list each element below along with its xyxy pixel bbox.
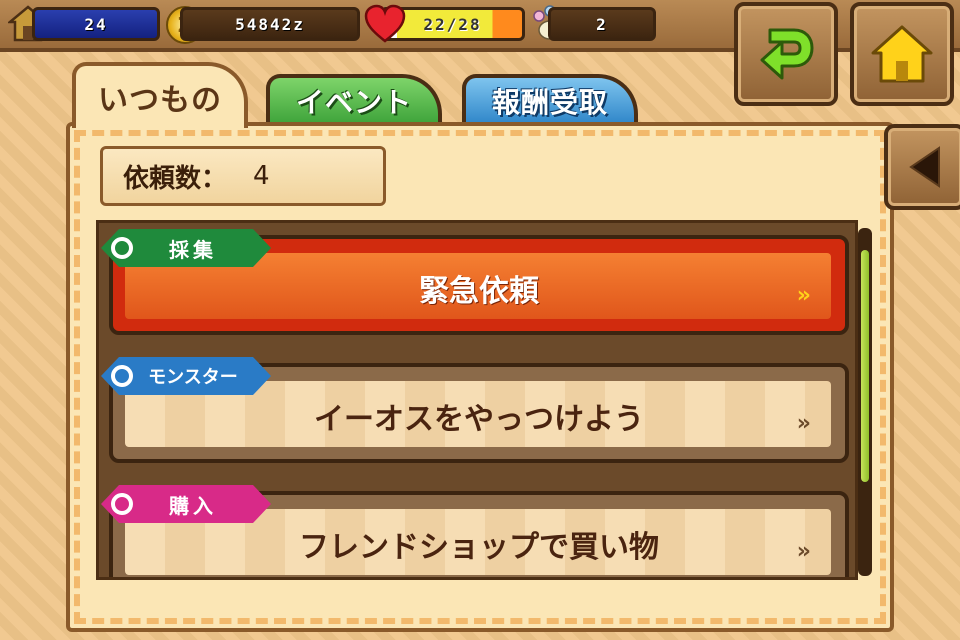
zenny-value: 54842z: [180, 7, 360, 41]
heart-icon: [364, 4, 406, 43]
ring-icon: [111, 237, 133, 259]
category-badge-buy: 購入: [101, 485, 271, 523]
request-count-value: 4: [253, 161, 270, 191]
category-badge-gather: 採集: [101, 229, 271, 267]
hunter-rank-value: 24: [32, 7, 160, 41]
request-count-plate: 依頼数： 4: [100, 146, 386, 206]
category-label: 採集: [169, 237, 217, 262]
paw-count-value: 2: [548, 7, 656, 41]
quest-title: フレンドショップで買い物: [299, 530, 659, 565]
quest-title: イーオスをやっつけよう: [314, 402, 644, 437]
ring-icon: [111, 493, 133, 515]
chevron-right-icon: »: [796, 539, 811, 564]
tab-regular[interactable]: いつもの: [72, 62, 248, 128]
quest-list[interactable]: 緊急依頼 » 採集 イーオスをやっつけよう » モンスター フレンドショップで買…: [96, 220, 858, 580]
request-count-label: 依頼数：: [123, 163, 228, 194]
return-arrow-icon: [760, 28, 814, 80]
tab-event[interactable]: イベント: [266, 74, 442, 124]
category-label: 購入: [169, 493, 217, 518]
category-badge-monster: モンスター: [101, 357, 271, 395]
left-triangle-icon: [909, 146, 940, 188]
home-button[interactable]: [850, 2, 954, 106]
ring-icon: [111, 365, 133, 387]
chevron-right-icon: »: [796, 283, 811, 308]
chevron-right-icon: »: [796, 411, 811, 436]
tab-reward[interactable]: 報酬受取: [462, 74, 638, 124]
list-scrollbar[interactable]: [858, 228, 872, 576]
quest-title: 緊急依頼: [419, 274, 539, 309]
scrollbar-thumb[interactable]: [861, 250, 869, 482]
home-icon: [871, 25, 933, 83]
category-label: モンスター: [148, 367, 238, 388]
back-button[interactable]: [734, 2, 838, 106]
collapse-side-button[interactable]: [884, 124, 960, 210]
